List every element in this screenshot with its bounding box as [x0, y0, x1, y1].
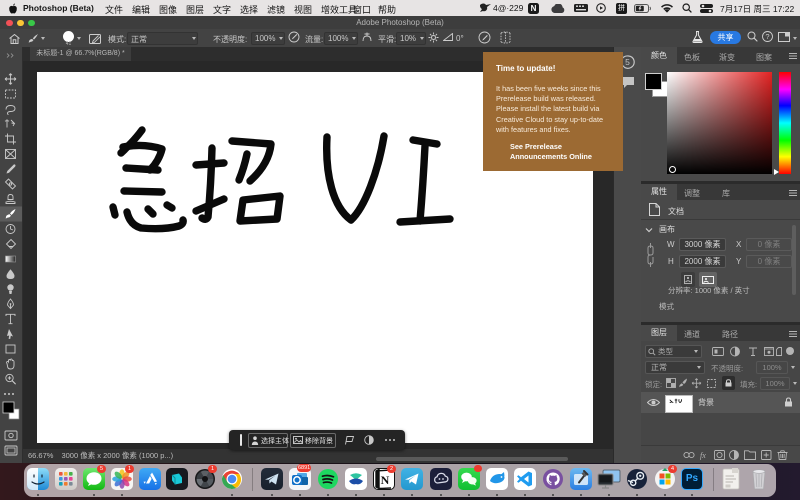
svg-text:5: 5	[625, 57, 630, 67]
svg-text:fx: fx	[700, 451, 706, 460]
svg-text:N: N	[381, 473, 390, 487]
